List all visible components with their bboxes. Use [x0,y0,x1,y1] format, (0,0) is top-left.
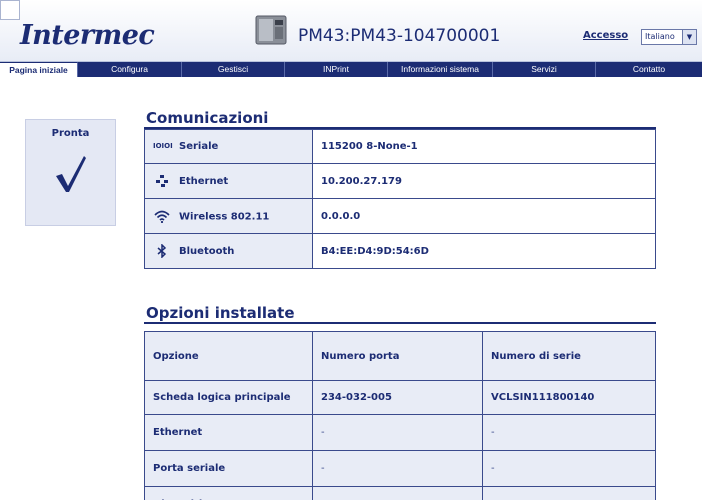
communications-table: IOIOI Seriale 115200 8-None-1 Ethernet 10… [144,129,656,269]
bluetooth-label: Bluetooth [179,246,235,257]
status-label: Pronta [51,128,90,139]
nav-item-inprint[interactable]: INPrint [285,62,388,77]
page-header: Intermec PM43:PM43-104700001 Accesso Ita… [0,0,702,62]
wifi-icon [153,210,171,223]
serial-icon: IOIOI [153,142,173,150]
column-header-port: Numero porta [312,331,483,381]
option-name: Dispositivo USB [144,486,313,500]
option-serial: - [482,486,656,500]
ethernet-value: 10.200.27.179 [312,163,656,199]
ethernet-icon [153,175,171,187]
option-port: - [312,486,483,500]
option-port: - [312,450,483,487]
column-header-option: Opzione [144,331,313,381]
serial-label-cell: IOIOI Seriale [144,129,313,164]
ethernet-label: Ethernet [179,176,229,187]
option-serial: - [482,414,656,451]
column-header-serial: Numero di serie [482,331,656,381]
table-row: Dispositivo USB - - [144,486,656,500]
wireless-label-cell: Wireless 802.11 [144,198,313,234]
communications-title: Comunicazioni [146,109,269,127]
table-row: Porta seriale - - [144,450,656,487]
language-select-value: Italiano [645,32,675,41]
main-nav: Pagina iniziale Configura Gestisci INPri… [0,62,702,77]
serial-label: Seriale [179,141,219,152]
nav-item-services[interactable]: Servizi [493,62,596,77]
installed-options-table: Opzione Numero porta Numero di serie Sch… [144,331,656,500]
printer-status-panel: Pronta [25,119,116,226]
installed-options-divider [144,322,656,324]
serial-value: 115200 8-None-1 [312,129,656,164]
table-row: Ethernet - - [144,414,656,451]
printer-icon [255,15,287,45]
nav-item-home[interactable]: Pagina iniziale [0,62,78,77]
language-select[interactable]: Italiano ▼ [641,29,697,45]
chevron-down-icon[interactable]: ▼ [682,30,696,44]
intermec-logo: Intermec [20,20,155,51]
option-name: Scheda logica principale [144,380,313,415]
bluetooth-value: B4:EE:D4:9D:54:6D [312,233,656,269]
table-row: Bluetooth B4:EE:D4:9D:54:6D [144,233,656,269]
checkmark-icon [56,156,86,192]
wireless-value: 0.0.0.0 [312,198,656,234]
nav-item-configure[interactable]: Configura [78,62,182,77]
nav-item-contact[interactable]: Contatto [596,62,702,77]
wireless-label: Wireless 802.11 [179,211,270,222]
table-header-row: Opzione Numero porta Numero di serie [144,331,656,381]
option-name: Ethernet [144,414,313,451]
table-row: Scheda logica principale 234-032-005 VCL… [144,380,656,415]
table-row: Wireless 802.11 0.0.0.0 [144,198,656,234]
option-name: Porta seriale [144,450,313,487]
logo-corner-box [0,0,20,20]
option-serial: VCLSIN111800140 [482,380,656,415]
nav-item-manage[interactable]: Gestisci [182,62,285,77]
table-row: IOIOI Seriale 115200 8-None-1 [144,129,656,164]
option-port: - [312,414,483,451]
login-link[interactable]: Accesso [583,30,628,41]
device-title: PM43:PM43-104700001 [298,26,501,46]
bluetooth-icon [153,243,171,259]
ethernet-label-cell: Ethernet [144,163,313,199]
bluetooth-label-cell: Bluetooth [144,233,313,269]
option-port: 234-032-005 [312,380,483,415]
table-row: Ethernet 10.200.27.179 [144,163,656,199]
nav-item-system-info[interactable]: Informazioni sistema [388,62,493,77]
option-serial: - [482,450,656,487]
installed-options-title: Opzioni installate [146,304,295,322]
